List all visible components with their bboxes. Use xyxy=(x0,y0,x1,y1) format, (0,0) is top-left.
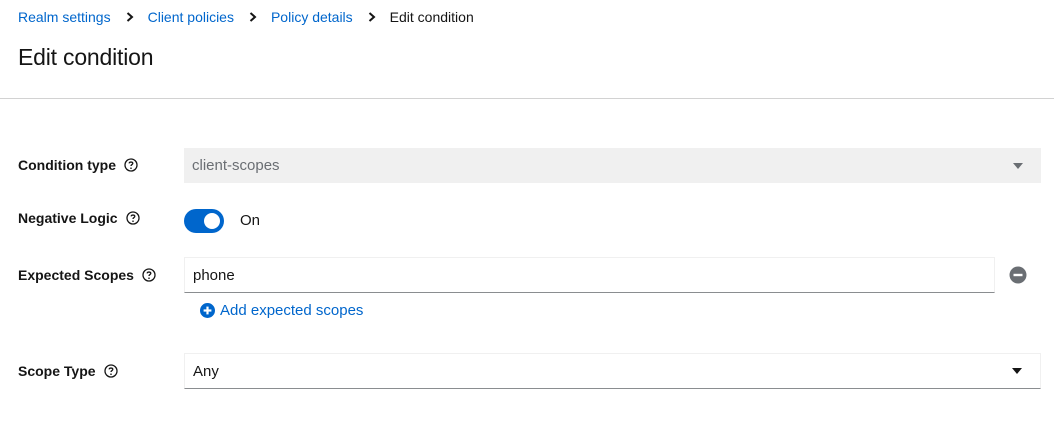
header-divider xyxy=(0,98,1054,99)
breadcrumb-client-policies[interactable]: Client policies xyxy=(148,9,234,25)
scope-type-value: Any xyxy=(193,362,219,380)
chevron-right-icon xyxy=(368,12,376,22)
help-icon[interactable] xyxy=(125,211,140,225)
help-icon[interactable] xyxy=(103,364,118,378)
toggle-knob xyxy=(204,213,220,229)
breadcrumb-current: Edit condition xyxy=(389,9,474,25)
help-icon[interactable] xyxy=(142,268,156,282)
condition-type-select: client-scopes xyxy=(184,148,1041,183)
breadcrumb-policy-details[interactable]: Policy details xyxy=(271,9,353,25)
expected-scopes-label: Expected Scopes xyxy=(18,267,134,283)
breadcrumb-realm-settings[interactable]: Realm settings xyxy=(18,9,111,25)
chevron-right-icon xyxy=(126,12,134,22)
negative-logic-state: On xyxy=(240,212,261,229)
negative-logic-label-group: Negative Logic xyxy=(18,210,140,226)
expected-scopes-input[interactable]: phone xyxy=(184,257,995,293)
help-icon[interactable] xyxy=(124,158,138,172)
plus-circle-icon xyxy=(200,303,215,318)
add-expected-scopes-button[interactable]: Add expected scopes xyxy=(200,302,363,319)
scope-type-label-group: Scope Type xyxy=(18,363,118,379)
add-expected-scopes-label: Add expected scopes xyxy=(220,302,364,319)
condition-type-label: Condition type xyxy=(18,157,116,173)
caret-down-icon xyxy=(1013,162,1023,169)
expected-scopes-label-group: Expected Scopes xyxy=(18,267,156,283)
minus-circle-icon[interactable] xyxy=(1009,266,1027,284)
condition-type-label-group: Condition type xyxy=(18,157,138,173)
chevron-right-icon xyxy=(249,12,257,22)
expected-scopes-value: phone xyxy=(193,266,235,284)
page-title: Edit condition xyxy=(18,44,154,70)
caret-down-icon xyxy=(1012,368,1022,374)
breadcrumb: Realm settings Client policies Policy de… xyxy=(18,7,474,27)
negative-logic-label: Negative Logic xyxy=(18,210,118,226)
scope-type-select[interactable]: Any xyxy=(184,353,1041,389)
condition-type-value: client-scopes xyxy=(192,157,280,174)
negative-logic-toggle[interactable] xyxy=(184,209,224,233)
scope-type-label: Scope Type xyxy=(18,363,96,379)
